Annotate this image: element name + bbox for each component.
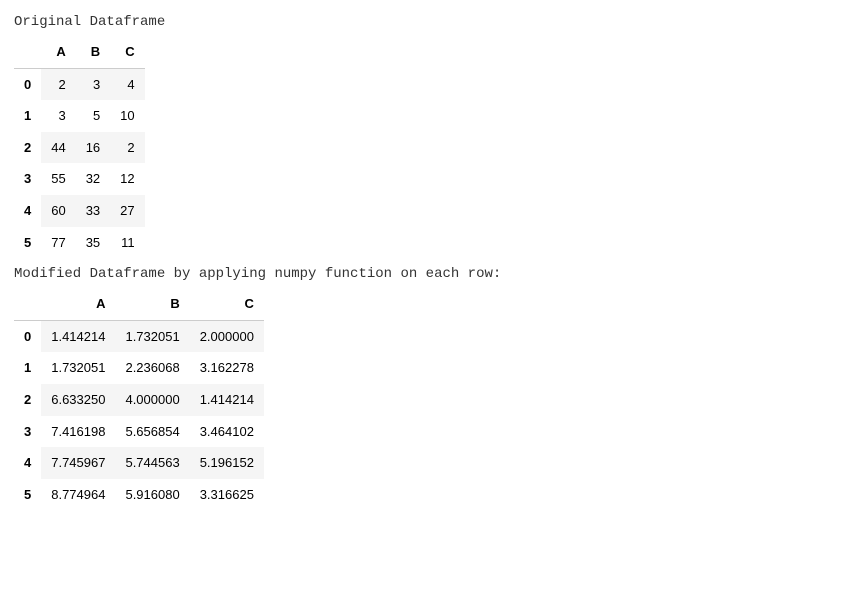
corner-cell — [14, 288, 41, 320]
cell: 3 — [41, 100, 75, 132]
cell: 60 — [41, 195, 75, 227]
col-header: C — [110, 36, 144, 68]
row-index: 5 — [14, 227, 41, 259]
cell: 5.744563 — [115, 447, 189, 479]
cell: 11 — [110, 227, 144, 259]
cell: 55 — [41, 163, 75, 195]
cell: 5.196152 — [190, 447, 264, 479]
row-index: 3 — [14, 416, 41, 448]
row-index: 0 — [14, 68, 41, 100]
table-row: 3 55 32 12 — [14, 163, 145, 195]
cell: 5.916080 — [115, 479, 189, 511]
col-header: A — [41, 36, 75, 68]
cell: 3.464102 — [190, 416, 264, 448]
table-row: 4 60 33 27 — [14, 195, 145, 227]
row-index: 2 — [14, 132, 41, 164]
row-index: 0 — [14, 320, 41, 352]
header-row: A B C — [14, 36, 145, 68]
col-header: B — [115, 288, 189, 320]
row-index: 4 — [14, 447, 41, 479]
corner-cell — [14, 36, 41, 68]
row-index: 5 — [14, 479, 41, 511]
table-row: 1 1.732051 2.236068 3.162278 — [14, 352, 264, 384]
original-dataframe-table: A B C 0 2 3 4 1 3 5 10 2 44 16 2 3 55 32… — [14, 36, 145, 258]
cell: 3.162278 — [190, 352, 264, 384]
cell: 16 — [76, 132, 110, 164]
modified-label: Modified Dataframe by applying numpy fun… — [14, 266, 827, 282]
table-row: 4 7.745967 5.744563 5.196152 — [14, 447, 264, 479]
table-row: 5 8.774964 5.916080 3.316625 — [14, 479, 264, 511]
cell: 27 — [110, 195, 144, 227]
col-header: B — [76, 36, 110, 68]
cell: 2.000000 — [190, 320, 264, 352]
row-index: 1 — [14, 100, 41, 132]
cell: 12 — [110, 163, 144, 195]
table-row: 1 3 5 10 — [14, 100, 145, 132]
cell: 4.000000 — [115, 384, 189, 416]
table-row: 5 77 35 11 — [14, 227, 145, 259]
col-header: C — [190, 288, 264, 320]
cell: 7.745967 — [41, 447, 115, 479]
header-row: A B C — [14, 288, 264, 320]
cell: 1.414214 — [41, 320, 115, 352]
table-row: 0 1.414214 1.732051 2.000000 — [14, 320, 264, 352]
cell: 8.774964 — [41, 479, 115, 511]
cell: 1.732051 — [115, 320, 189, 352]
cell: 7.416198 — [41, 416, 115, 448]
row-index: 3 — [14, 163, 41, 195]
row-index: 2 — [14, 384, 41, 416]
cell: 2 — [110, 132, 144, 164]
table-row: 2 44 16 2 — [14, 132, 145, 164]
cell: 44 — [41, 132, 75, 164]
cell: 3.316625 — [190, 479, 264, 511]
cell: 5.656854 — [115, 416, 189, 448]
modified-dataframe-table: A B C 0 1.414214 1.732051 2.000000 1 1.7… — [14, 288, 264, 510]
cell: 6.633250 — [41, 384, 115, 416]
cell: 32 — [76, 163, 110, 195]
cell: 35 — [76, 227, 110, 259]
cell: 10 — [110, 100, 144, 132]
cell: 3 — [76, 68, 110, 100]
table-row: 2 6.633250 4.000000 1.414214 — [14, 384, 264, 416]
row-index: 1 — [14, 352, 41, 384]
table-row: 3 7.416198 5.656854 3.464102 — [14, 416, 264, 448]
cell: 5 — [76, 100, 110, 132]
table-row: 0 2 3 4 — [14, 68, 145, 100]
cell: 1.732051 — [41, 352, 115, 384]
cell: 1.414214 — [190, 384, 264, 416]
original-label: Original Dataframe — [14, 14, 827, 30]
cell: 2 — [41, 68, 75, 100]
cell: 77 — [41, 227, 75, 259]
cell: 2.236068 — [115, 352, 189, 384]
cell: 33 — [76, 195, 110, 227]
row-index: 4 — [14, 195, 41, 227]
col-header: A — [41, 288, 115, 320]
cell: 4 — [110, 68, 144, 100]
